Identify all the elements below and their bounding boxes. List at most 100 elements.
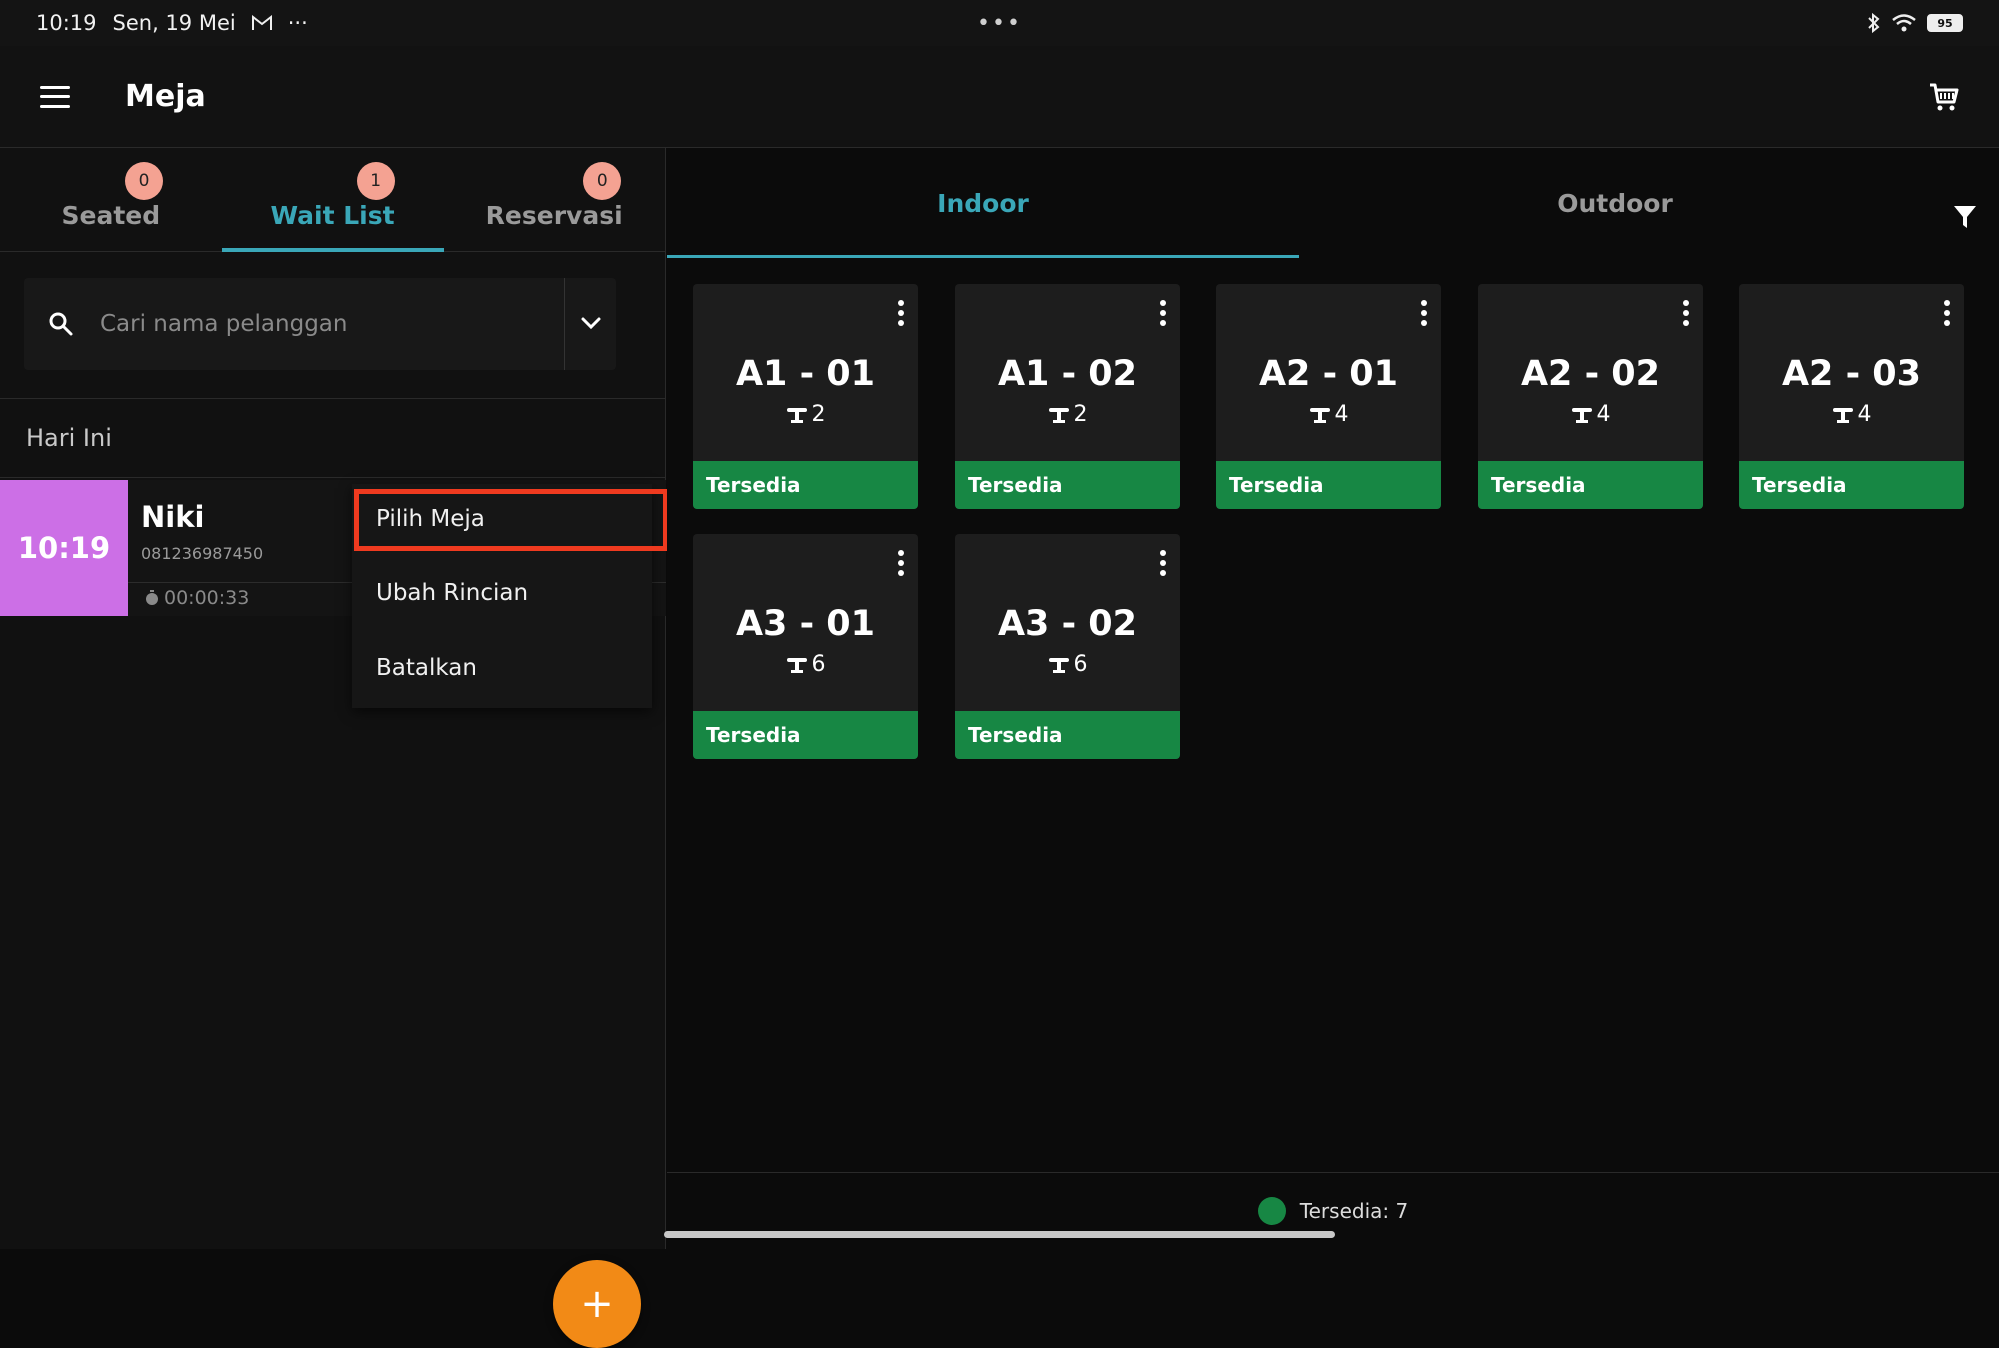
add-guest-button[interactable]: +	[553, 1260, 641, 1348]
battery-level: 95	[1937, 16, 1953, 30]
tab-wait-list[interactable]: Wait List 1	[222, 148, 444, 252]
available-dot	[1257, 1197, 1286, 1225]
kebab-icon[interactable]	[1944, 300, 1950, 326]
table-name: A2 - 03	[1781, 354, 1922, 394]
table-seats: 2	[693, 402, 918, 427]
tab-indoor[interactable]: Indoor	[667, 148, 1299, 258]
table-name: A2 - 02	[1520, 354, 1661, 394]
tab-reservasi[interactable]: Reservasi 0	[443, 148, 665, 252]
guest-name: Niki	[141, 500, 205, 534]
search-box	[24, 278, 616, 370]
context-menu: Pilih Meja Ubah Rincian Batalkan	[352, 484, 668, 708]
table-seat-icon	[786, 407, 807, 423]
seat-count: 4	[1334, 402, 1349, 427]
active-tab-indicator	[222, 248, 444, 252]
seat-count: 4	[1857, 402, 1872, 427]
table-seats: 4	[1216, 402, 1441, 427]
table-card[interactable]: A3 - 02 6 Tersedia	[955, 534, 1180, 759]
bluetooth-icon	[1868, 12, 1880, 34]
count-badge: 0	[583, 162, 622, 200]
table-name: A3 - 02	[997, 604, 1138, 644]
cart-icon[interactable]	[1929, 82, 1959, 112]
table-seat-icon	[1048, 407, 1069, 423]
table-seats: 6	[693, 652, 918, 677]
page-title: Meja	[125, 79, 206, 114]
status-badge: Tersedia	[1478, 461, 1703, 509]
status-badge: Tersedia	[693, 711, 918, 759]
table-seats: 6	[955, 652, 1180, 677]
seat-count: 6	[1073, 652, 1088, 677]
table-map-pane: Indoor Outdoor A1 - 01 2 Tersedia A1 - 0…	[667, 148, 1999, 1249]
table-seats: 2	[955, 402, 1180, 427]
status-bar: 10:19 Sen, 19 Mei ··· ••• 95	[0, 0, 1999, 46]
menu-item-batalkan[interactable]: Batalkan	[376, 655, 477, 681]
kebab-icon[interactable]	[898, 550, 904, 576]
highlight-box	[354, 489, 668, 551]
timer-icon	[146, 590, 158, 605]
table-card[interactable]: A2 - 03 4 Tersedia	[1739, 284, 1964, 509]
search-input[interactable]	[100, 311, 540, 337]
table-seat-icon	[1832, 407, 1853, 423]
tab-outdoor[interactable]: Outdoor	[1299, 148, 1931, 258]
table-name: A1 - 01	[735, 354, 876, 394]
table-name: A2 - 01	[1258, 354, 1399, 394]
table-name: A3 - 01	[735, 604, 876, 644]
elapsed-timer: 00:00:33	[144, 587, 249, 609]
status-badge: Tersedia	[1216, 461, 1441, 509]
kebab-icon[interactable]	[1160, 300, 1166, 326]
area-tabs: Indoor Outdoor	[667, 148, 1999, 258]
status-badge: Tersedia	[1739, 461, 1964, 509]
arrival-time: 10:19	[0, 480, 128, 616]
count-badge: 0	[125, 162, 163, 200]
table-card[interactable]: A1 - 01 2 Tersedia	[693, 284, 918, 509]
seat-count: 2	[811, 402, 826, 427]
table-card[interactable]: A3 - 01 6 Tersedia	[693, 534, 918, 759]
tab-label: Seated	[61, 201, 161, 230]
elapsed-time: 00:00:33	[164, 587, 250, 609]
table-seat-icon	[1309, 407, 1330, 423]
available-count: Tersedia: 7	[1299, 1199, 1409, 1223]
filter-icon[interactable]	[1953, 204, 1977, 230]
status-badge: Tersedia	[955, 711, 1180, 759]
chevron-down-icon[interactable]	[580, 312, 602, 334]
guest-phone: 081236987450	[141, 544, 264, 563]
status-more: ···	[287, 11, 308, 35]
table-seat-icon	[786, 657, 807, 673]
home-indicator[interactable]	[664, 1231, 1335, 1238]
kebab-icon[interactable]	[1683, 300, 1689, 326]
status-date: Sen, 19 Mei	[112, 11, 236, 35]
menu-item-ubah-rincian[interactable]: Ubah Rincian	[376, 580, 528, 606]
table-card[interactable]: A2 - 02 4 Tersedia	[1478, 284, 1703, 509]
table-card[interactable]: A1 - 02 2 Tersedia	[955, 284, 1180, 509]
active-area-indicator	[667, 255, 1299, 258]
seat-count: 2	[1073, 402, 1088, 427]
table-name: A1 - 02	[997, 354, 1138, 394]
table-seat-icon	[1048, 657, 1069, 673]
seat-count: 4	[1596, 402, 1611, 427]
guest-tabs: Seated 0 Wait List 1 Reservasi 0	[0, 148, 665, 252]
table-seats: 4	[1478, 402, 1703, 427]
table-seats: 4	[1739, 402, 1964, 427]
seat-count: 6	[811, 652, 826, 677]
status-badge: Tersedia	[693, 461, 918, 509]
app-bar: Meja	[0, 46, 1999, 148]
table-seat-icon	[1571, 407, 1592, 423]
tab-label: Reservasi	[485, 201, 623, 230]
table-card[interactable]: A2 - 01 4 Tersedia	[1216, 284, 1441, 509]
wifi-icon	[1892, 14, 1916, 32]
status-time: 10:19	[36, 11, 97, 35]
status-badge: Tersedia	[955, 461, 1180, 509]
search-divider	[564, 278, 565, 370]
count-badge: 1	[356, 162, 395, 200]
battery-icon: 95	[1927, 14, 1963, 32]
tab-seated[interactable]: Seated 0	[0, 148, 222, 252]
section-header-today: Hari Ini	[0, 398, 666, 478]
kebab-icon[interactable]	[898, 300, 904, 326]
tab-label: Wait List	[270, 201, 395, 230]
status-center-dots: •••	[977, 10, 1022, 36]
kebab-icon[interactable]	[1421, 300, 1427, 326]
kebab-icon[interactable]	[1160, 550, 1166, 576]
hamburger-icon[interactable]	[40, 85, 70, 108]
gmail-icon	[251, 15, 272, 30]
search-icon	[49, 312, 73, 336]
